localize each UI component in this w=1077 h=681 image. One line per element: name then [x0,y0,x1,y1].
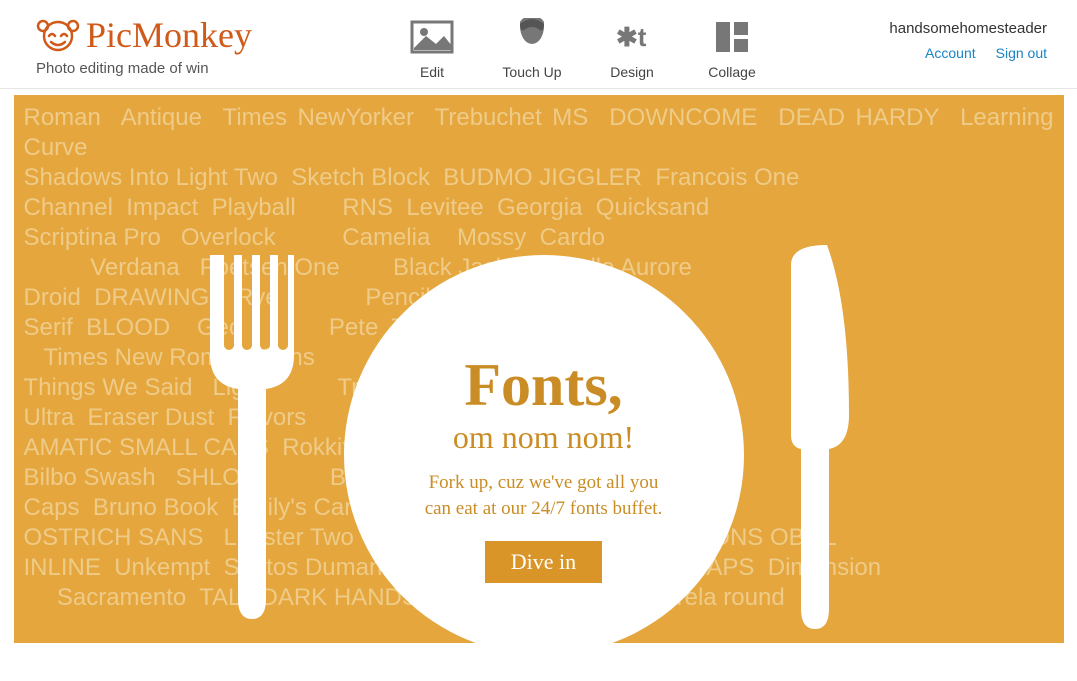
main-nav: Edit Touch Up ✱t Design Collage [402,18,762,80]
nav-label: Touch Up [502,64,561,80]
knife-icon [779,245,854,643]
account-block: handsomehomesteader Account Sign out [889,20,1047,61]
brand-tagline: Photo editing made of win [36,60,252,77]
nav-edit[interactable]: Edit [402,18,462,80]
account-link[interactable]: Account [925,45,976,61]
signout-link[interactable]: Sign out [996,45,1047,61]
nav-label: Collage [708,64,755,80]
carousel-dot[interactable] [551,618,560,627]
nav-label: Design [610,64,654,80]
monkey-logo-icon [36,16,80,54]
nav-collage[interactable]: Collage [702,18,762,80]
nav-design[interactable]: ✱t Design [602,18,662,80]
nav-touchup[interactable]: Touch Up [502,18,562,80]
logo-block[interactable]: PicMonkey Photo editing made of win [36,14,252,77]
hero-subtitle: om nom nom! [453,419,634,456]
carousel-dot[interactable] [517,618,526,627]
collage-icon [710,18,754,56]
design-icon: ✱t [610,18,654,56]
hero-body: Fork up, cuz we've got all you can eat a… [414,470,674,521]
fork-icon [209,255,304,635]
carousel-dot[interactable] [500,618,509,627]
carousel-dot[interactable] [568,618,577,627]
svg-text:✱t: ✱t [616,22,647,52]
hero-plate: Fonts, om nom nom! Fork up, cuz we've go… [344,255,744,643]
nav-label: Edit [420,64,444,80]
username: handsomehomesteader [889,20,1047,37]
carousel-dot[interactable] [534,618,543,627]
face-icon [510,18,554,56]
carousel-dots [500,618,577,627]
hero-banner: Roman Antique Times NewYorker Trebuchet … [14,95,1064,643]
photo-icon [410,18,454,56]
brand-name: PicMonkey [86,14,252,56]
app-header: PicMonkey Photo editing made of win Edit… [0,0,1077,89]
dive-in-button[interactable]: Dive in [485,541,602,583]
hero-title: Fonts, [464,355,622,415]
